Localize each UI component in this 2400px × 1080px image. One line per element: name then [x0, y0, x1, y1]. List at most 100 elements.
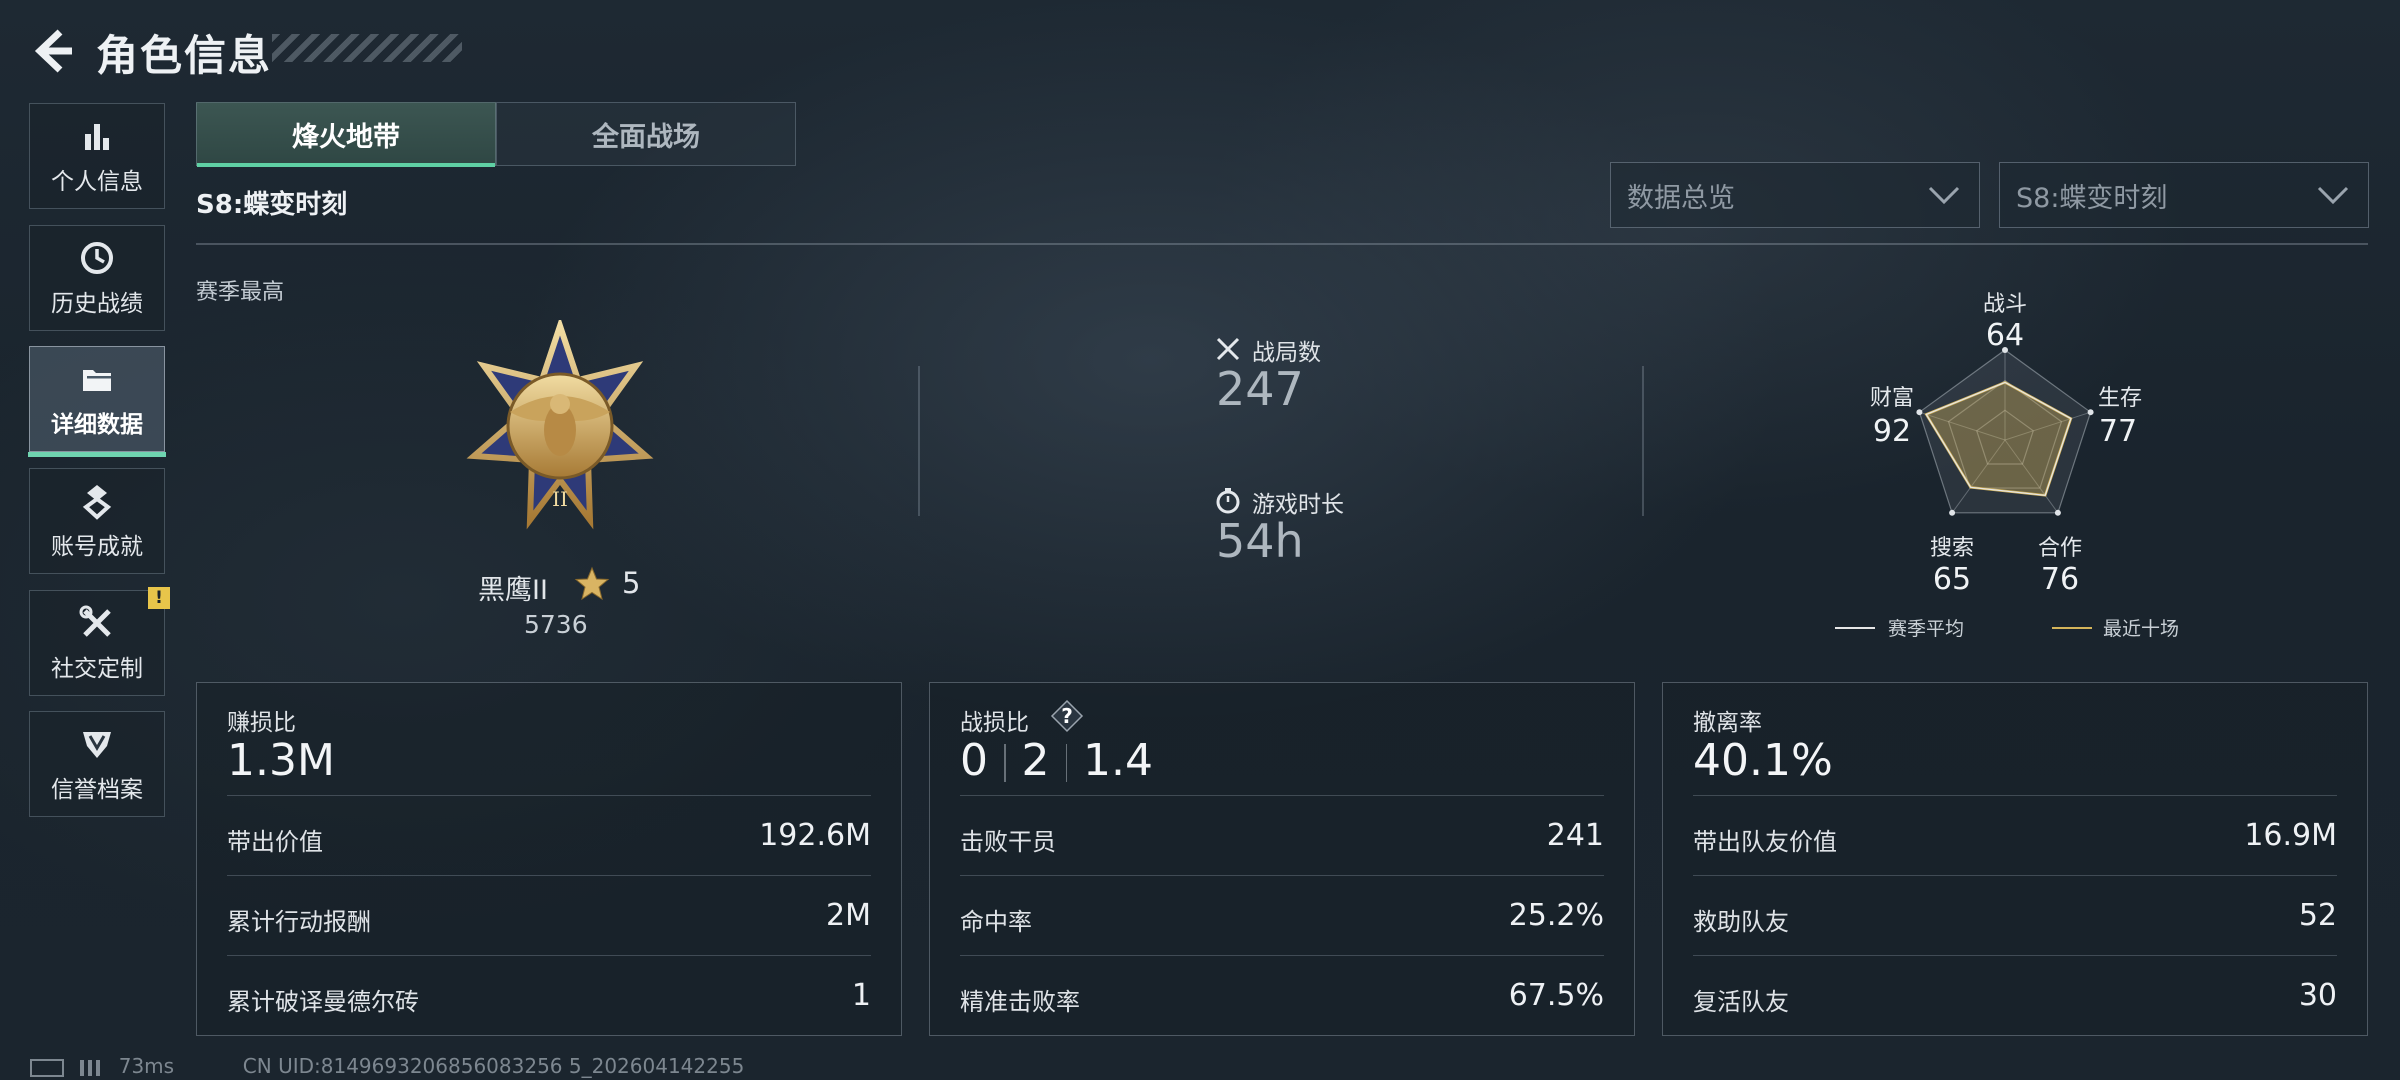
- sidebar-item-history[interactable]: 历史战绩: [29, 225, 165, 331]
- sidebar-item-label: 信誉档案: [51, 777, 143, 803]
- stat-value: 25.2%: [1508, 898, 1604, 933]
- rank-name: 黑鹰II: [478, 575, 548, 606]
- radar-value-combat: 64: [1985, 318, 2025, 353]
- battery-icon: [30, 1058, 64, 1077]
- panel-title: 赚损比: [227, 710, 296, 736]
- divider: [1642, 366, 1644, 516]
- tab-full-battlefield[interactable]: 全面战场: [496, 102, 796, 166]
- data-overview-dropdown[interactable]: 数据总览: [1610, 162, 1980, 228]
- stat-value: 30: [2298, 978, 2337, 1013]
- svg-text:?: ?: [1061, 704, 1073, 728]
- stat-row: 命中率 25.2%: [960, 875, 1604, 956]
- stat-label: 精准击败率: [960, 988, 1080, 1016]
- divider: [196, 243, 2368, 245]
- stat-label: 带出价值: [227, 828, 323, 856]
- status-bar: 73ms CN UID:8149693206856083256 5_202604…: [30, 1054, 744, 1078]
- legend-swatch-recent-ten: [2052, 627, 2092, 629]
- playtime-value: 54h: [1216, 514, 1304, 568]
- stat-row: 带出价值 192.6M: [227, 795, 871, 876]
- sidebar-item-reputation[interactable]: 信誉档案: [29, 711, 165, 817]
- title-decoration: [272, 34, 462, 62]
- sidebar-item-detailed-data[interactable]: 详细数据: [28, 346, 166, 457]
- radar-label-wealth: 财富: [1869, 386, 1914, 411]
- dropdown-value: 数据总览: [1627, 182, 1735, 214]
- back-arrow-icon[interactable]: [26, 26, 76, 76]
- kd-kills: 0: [960, 735, 988, 786]
- kd-ratio: 1.4: [1083, 735, 1153, 786]
- legend-swatch-season-avg: [1835, 627, 1875, 629]
- stat-value: 52: [2298, 898, 2337, 933]
- kd-panel: 战损比 ? 0 2 1.4 击败干员 241 命中率 25.2% 精准击败率 67.…: [929, 682, 1635, 1036]
- bar-chart-icon: [85, 124, 109, 150]
- uid-text: CN UID:8149693206856083256 5_20260414225…: [242, 1054, 745, 1078]
- stat-value: 1: [851, 978, 871, 1013]
- stat-row: 累计行动报酬 2M: [227, 875, 871, 956]
- help-question-icon[interactable]: ?: [1050, 699, 1084, 733]
- folder-icon: [83, 370, 111, 391]
- rank-medal-icon: II: [466, 320, 654, 530]
- matches-value: 247: [1216, 362, 1304, 416]
- stat-label: 带出队友价值: [1693, 828, 1837, 856]
- tab-fenghuo-zone[interactable]: 烽火地带: [196, 102, 496, 167]
- legend-recent-ten: 最近十场: [2103, 618, 2180, 640]
- stat-row: 复活队友 30: [1693, 955, 2337, 1036]
- rank-star-count: 5: [622, 566, 641, 600]
- radar-value-cooperation: 76: [2040, 562, 2080, 597]
- sidebar-item-label: 社交定制: [51, 656, 143, 682]
- tools-icon: [79, 605, 111, 637]
- sidebar-item-label: 个人信息: [51, 169, 143, 195]
- stat-label: 命中率: [960, 908, 1032, 936]
- stat-label: 累计破译曼德尔砖: [227, 988, 419, 1016]
- radar-value-survival: 77: [2098, 414, 2138, 449]
- radar-label-combat: 战斗: [1982, 292, 2027, 317]
- dropdown-value: S8:蝶变时刻: [2016, 182, 2168, 214]
- sidebar-item-label: 历史战绩: [51, 291, 143, 317]
- radar-value-wealth: 92: [1872, 414, 1912, 449]
- ping-value: 73ms: [118, 1054, 175, 1078]
- sidebar-item-achievements[interactable]: 账号成就: [29, 468, 165, 574]
- stat-label: 救助队友: [1693, 908, 1789, 936]
- sidebar-item-social-custom[interactable]: 社交定制 !: [29, 587, 170, 696]
- kd-deaths: 2: [1021, 735, 1050, 786]
- season-dropdown[interactable]: S8:蝶变时刻: [1999, 162, 2369, 228]
- stat-value: 2M: [826, 898, 871, 933]
- profit-panel: 赚损比 1.3M 带出价值 192.6M 累计行动报酬 2M 累计破译曼德尔砖 …: [196, 682, 902, 1036]
- svg-text:II: II: [552, 487, 568, 511]
- panel-title: 战损比: [960, 710, 1029, 736]
- profit-ratio-value: 1.3M: [227, 735, 335, 786]
- legend-season-avg: 赛季平均: [1888, 618, 1965, 640]
- signal-icon: [80, 1059, 103, 1076]
- stat-row: 击败干员 241: [960, 795, 1604, 876]
- chevron-down-icon: [2317, 186, 2349, 205]
- star-icon: [574, 566, 610, 601]
- sidebar-item-personal-info[interactable]: 个人信息: [29, 103, 165, 209]
- stat-row: 救助队友 52: [1693, 875, 2337, 956]
- reputation-shield-icon: [83, 732, 111, 758]
- stat-value: 16.9M: [2244, 818, 2337, 853]
- stat-row: 带出队友价值 16.9M: [1693, 795, 2337, 876]
- stat-value: 241: [1546, 818, 1604, 853]
- sidebar-item-label: 账号成就: [51, 534, 143, 560]
- panel-title: 撤离率: [1693, 710, 1762, 736]
- active-indicator: [28, 452, 166, 457]
- rank-score: 5736: [524, 610, 588, 639]
- season-best-label: 赛季最高: [196, 280, 285, 305]
- extraction-rate-value: 40.1%: [1693, 735, 1833, 786]
- achievement-medal-icon: [82, 485, 112, 520]
- separator: [1065, 744, 1067, 782]
- season-title: S8:蝶变时刻: [196, 190, 348, 220]
- stat-value: 192.6M: [759, 818, 871, 853]
- radar-axis-dot: [2054, 509, 2061, 516]
- stat-row: 精准击败率 67.5%: [960, 955, 1604, 1036]
- stat-value: 67.5%: [1508, 978, 1604, 1013]
- kd-values: 0 2 1.4: [960, 735, 1153, 786]
- divider: [918, 366, 920, 516]
- radar-axis-dot: [1949, 509, 1956, 516]
- stat-row: 累计破译曼德尔砖 1: [227, 955, 871, 1036]
- radar-label-search: 搜索: [1929, 536, 1974, 561]
- stat-label: 击败干员: [960, 828, 1056, 856]
- radar-value-search: 65: [1932, 562, 1972, 597]
- page-title: 角色信息: [96, 31, 273, 80]
- extraction-panel: 撤离率 40.1% 带出队友价值 16.9M 救助队友 52 复活队友 30: [1662, 682, 2368, 1036]
- radar-label-cooperation: 合作: [2037, 536, 2082, 561]
